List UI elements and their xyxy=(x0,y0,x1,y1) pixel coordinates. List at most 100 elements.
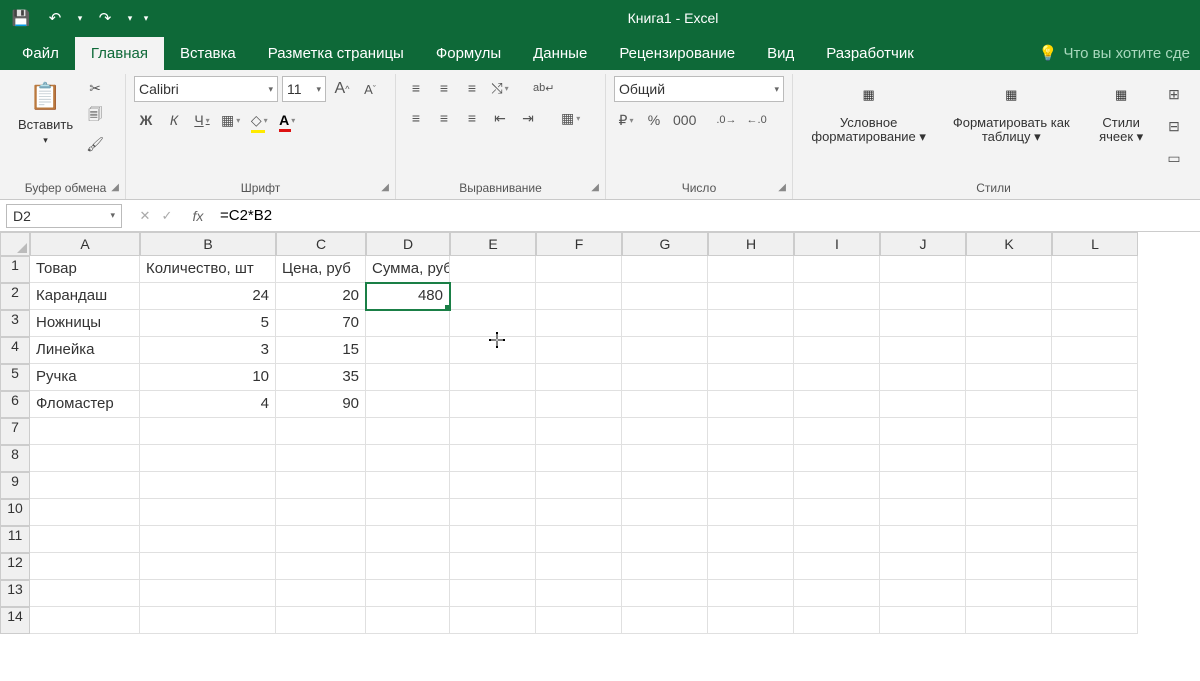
cell-D2[interactable]: 480 xyxy=(366,283,450,310)
cell-I4[interactable] xyxy=(794,337,880,364)
cell-B11[interactable] xyxy=(140,526,276,553)
format-cells-icon[interactable]: ▭ xyxy=(1162,146,1186,170)
cell-C13[interactable] xyxy=(276,580,366,607)
cell-H14[interactable] xyxy=(708,607,794,634)
merge-center-button[interactable]: ▦ xyxy=(558,106,583,130)
cell-A5[interactable]: Ручка xyxy=(30,364,140,391)
format-painter-icon[interactable]: 🖌 xyxy=(83,132,107,156)
cell-B7[interactable] xyxy=(140,418,276,445)
undo-dropdown[interactable]: ▾ xyxy=(74,13,86,24)
cell-B9[interactable] xyxy=(140,472,276,499)
tab-formulas[interactable]: Формулы xyxy=(420,37,517,70)
cell-D5[interactable] xyxy=(366,364,450,391)
cell-L5[interactable] xyxy=(1052,364,1138,391)
fx-icon[interactable]: fx xyxy=(184,208,212,224)
cell-G7[interactable] xyxy=(622,418,708,445)
cell-L7[interactable] xyxy=(1052,418,1138,445)
row-header-2[interactable]: 2 xyxy=(0,283,30,310)
cell-H10[interactable] xyxy=(708,499,794,526)
cell-I3[interactable] xyxy=(794,310,880,337)
cell-A10[interactable] xyxy=(30,499,140,526)
col-header-B[interactable]: B xyxy=(140,232,276,256)
cell-D10[interactable] xyxy=(366,499,450,526)
cell-E3[interactable] xyxy=(450,310,536,337)
cell-L10[interactable] xyxy=(1052,499,1138,526)
cell-F14[interactable] xyxy=(536,607,622,634)
tell-me-search[interactable]: 💡 Что вы хотите сде xyxy=(1029,36,1200,70)
cell-F2[interactable] xyxy=(536,283,622,310)
save-icon[interactable]: 💾 xyxy=(6,3,36,33)
cell-K8[interactable] xyxy=(966,445,1052,472)
cell-K2[interactable] xyxy=(966,283,1052,310)
tab-file[interactable]: Файл xyxy=(6,37,75,70)
cell-C9[interactable] xyxy=(276,472,366,499)
cell-I1[interactable] xyxy=(794,256,880,283)
insert-cells-icon[interactable]: ⊞ xyxy=(1162,82,1186,106)
col-header-C[interactable]: C xyxy=(276,232,366,256)
cell-E5[interactable] xyxy=(450,364,536,391)
cell-G6[interactable] xyxy=(622,391,708,418)
cell-F10[interactable] xyxy=(536,499,622,526)
align-top-icon[interactable]: ≡ xyxy=(404,76,428,100)
cell-F5[interactable] xyxy=(536,364,622,391)
cell-I6[interactable] xyxy=(794,391,880,418)
row-header-3[interactable]: 3 xyxy=(0,310,30,337)
tab-review[interactable]: Рецензирование xyxy=(603,37,751,70)
col-header-J[interactable]: J xyxy=(880,232,966,256)
number-format-combo[interactable]: Общий▾ xyxy=(614,76,784,102)
cell-F9[interactable] xyxy=(536,472,622,499)
underline-button[interactable]: Ч xyxy=(190,108,214,132)
accept-formula-icon[interactable]: ✓ xyxy=(156,208,178,224)
increase-decimal-icon[interactable]: .0→ xyxy=(713,108,739,132)
cell-A9[interactable] xyxy=(30,472,140,499)
cell-B2[interactable]: 24 xyxy=(140,283,276,310)
cell-I8[interactable] xyxy=(794,445,880,472)
row-header-9[interactable]: 9 xyxy=(0,472,30,499)
align-bottom-icon[interactable]: ≡ xyxy=(460,76,484,100)
cell-C7[interactable] xyxy=(276,418,366,445)
cell-K4[interactable] xyxy=(966,337,1052,364)
row-header-14[interactable]: 14 xyxy=(0,607,30,634)
percent-button[interactable]: % xyxy=(642,108,666,132)
tab-view[interactable]: Вид xyxy=(751,37,810,70)
cell-C3[interactable]: 70 xyxy=(276,310,366,337)
cell-E6[interactable] xyxy=(450,391,536,418)
borders-button[interactable]: ▦ xyxy=(218,108,243,132)
cell-A3[interactable]: Ножницы xyxy=(30,310,140,337)
cell-F7[interactable] xyxy=(536,418,622,445)
paste-button[interactable]: 📋 Вставить▾ xyxy=(14,76,77,166)
cell-L12[interactable] xyxy=(1052,553,1138,580)
row-header-8[interactable]: 8 xyxy=(0,445,30,472)
cell-L9[interactable] xyxy=(1052,472,1138,499)
cell-H8[interactable] xyxy=(708,445,794,472)
align-middle-icon[interactable]: ≡ xyxy=(432,76,456,100)
cell-K9[interactable] xyxy=(966,472,1052,499)
delete-cells-icon[interactable]: ⊟ xyxy=(1162,114,1186,138)
cell-F12[interactable] xyxy=(536,553,622,580)
cell-C12[interactable] xyxy=(276,553,366,580)
cell-H11[interactable] xyxy=(708,526,794,553)
accounting-format-button[interactable]: ₽ xyxy=(614,108,638,132)
cell-K5[interactable] xyxy=(966,364,1052,391)
cell-G1[interactable] xyxy=(622,256,708,283)
cell-D9[interactable] xyxy=(366,472,450,499)
cell-I9[interactable] xyxy=(794,472,880,499)
cell-H12[interactable] xyxy=(708,553,794,580)
cell-E12[interactable] xyxy=(450,553,536,580)
cell-B12[interactable] xyxy=(140,553,276,580)
cell-D13[interactable] xyxy=(366,580,450,607)
cell-L4[interactable] xyxy=(1052,337,1138,364)
cell-G11[interactable] xyxy=(622,526,708,553)
cell-F1[interactable] xyxy=(536,256,622,283)
cell-C1[interactable]: Цена, руб xyxy=(276,256,366,283)
cell-styles-button[interactable]: ▦ Стили ячеек ▾ xyxy=(1086,76,1156,166)
clipboard-launcher[interactable]: ◢ xyxy=(111,179,119,197)
cell-E8[interactable] xyxy=(450,445,536,472)
cell-G12[interactable] xyxy=(622,553,708,580)
cell-A4[interactable]: Линейка xyxy=(30,337,140,364)
cell-D14[interactable] xyxy=(366,607,450,634)
cell-K12[interactable] xyxy=(966,553,1052,580)
row-header-10[interactable]: 10 xyxy=(0,499,30,526)
col-header-A[interactable]: A xyxy=(30,232,140,256)
cell-A7[interactable] xyxy=(30,418,140,445)
